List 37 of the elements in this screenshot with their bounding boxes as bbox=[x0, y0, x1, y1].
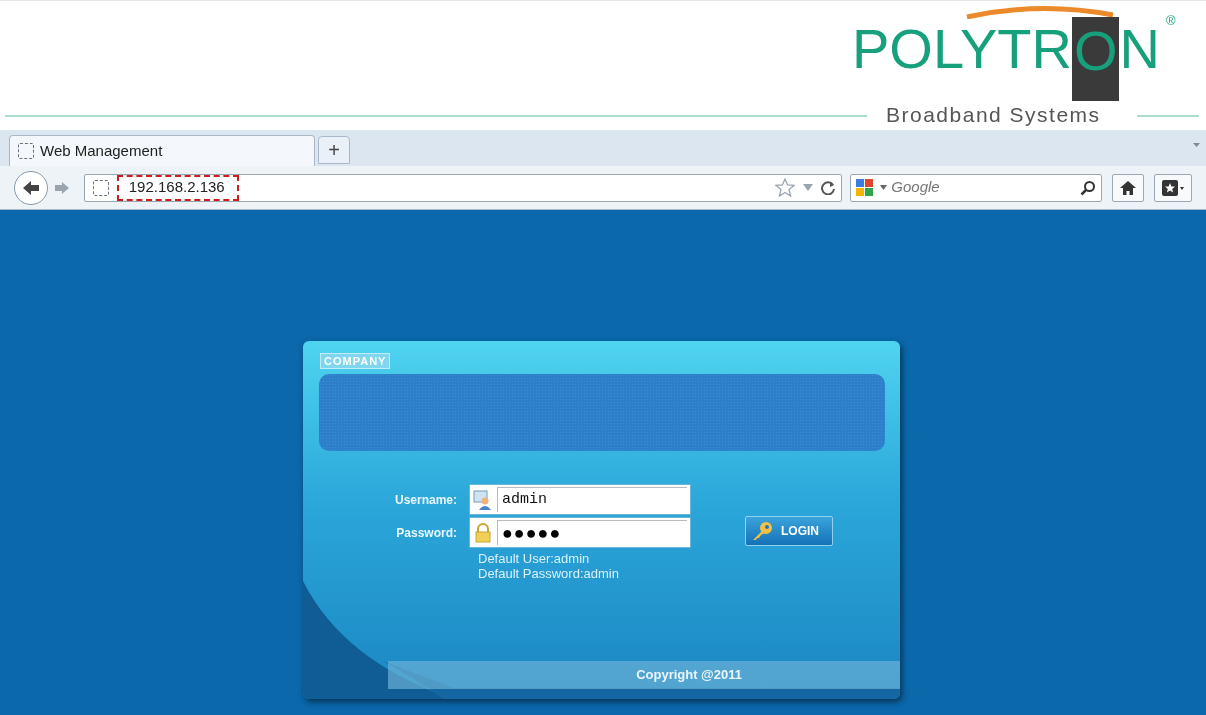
field-label: Username: bbox=[394, 492, 457, 509]
address-bar[interactable]: 192.168.2.136 bbox=[83, 173, 843, 202]
registered-mark: ® bbox=[1166, 12, 1176, 30]
username-field[interactable]: admin bbox=[469, 484, 691, 515]
browser-tab[interactable]: Web Management bbox=[9, 135, 315, 166]
bookmark-star-icon bbox=[1162, 179, 1185, 196]
dropdown-arrow-icon[interactable] bbox=[880, 185, 888, 190]
new-tab-button[interactable]: + bbox=[318, 136, 350, 164]
url-text: 192.168.2.136 bbox=[128, 177, 225, 198]
search-icon[interactable] bbox=[1080, 179, 1097, 196]
tab-list-icon[interactable] bbox=[1193, 143, 1200, 148]
default-credentials-hint: Default User:admin bbox=[478, 551, 591, 566]
search-input[interactable]: Google bbox=[891, 176, 1077, 199]
copyright-text: Copyright @2011 bbox=[636, 666, 742, 685]
logo-tagline: Broadband Systems bbox=[886, 102, 1101, 128]
user-icon bbox=[473, 489, 493, 510]
bookmarks-button[interactable] bbox=[1154, 173, 1192, 202]
page-icon bbox=[18, 143, 34, 159]
key-icon bbox=[751, 521, 773, 541]
field-label: Password: bbox=[396, 525, 457, 542]
tab-title: Web Management bbox=[40, 140, 163, 161]
back-arrow-icon bbox=[21, 179, 40, 196]
password-field[interactable]: ●●●●● bbox=[469, 517, 691, 548]
login-button[interactable]: LOGIN bbox=[745, 516, 833, 546]
page-icon bbox=[92, 179, 109, 196]
star-icon[interactable] bbox=[775, 178, 796, 197]
input-value: admin bbox=[497, 487, 687, 512]
search-field[interactable]: Google bbox=[850, 173, 1103, 202]
logo-wordmark: POLYTRON bbox=[852, 17, 1160, 101]
home-icon bbox=[1120, 180, 1137, 195]
reload-icon[interactable] bbox=[821, 180, 836, 195]
default-credentials-hint: Default Password:admin bbox=[478, 566, 619, 581]
input-value: ●●●●● bbox=[497, 520, 687, 545]
home-button[interactable] bbox=[1112, 173, 1145, 202]
padlock-icon bbox=[473, 522, 493, 543]
company-badge: COMPANY bbox=[320, 353, 391, 369]
back-button[interactable] bbox=[14, 170, 48, 205]
